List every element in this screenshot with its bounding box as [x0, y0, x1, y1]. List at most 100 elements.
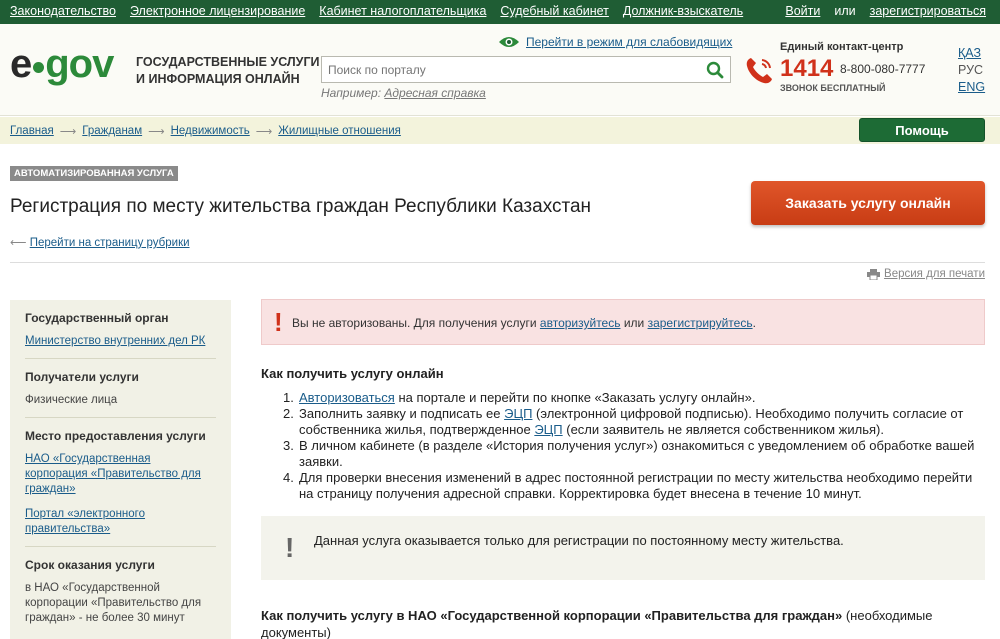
nao-heading: Как получить услугу в НАО «Государственн…	[261, 607, 985, 639]
contact-full-number: 8-800-080-7777	[840, 62, 926, 76]
example-label: Например:	[321, 86, 382, 100]
search-icon[interactable]	[706, 61, 724, 79]
example-link[interactable]: Адресная справка	[384, 86, 485, 100]
nao-heading-bold: Как получить услугу в НАО «Государственн…	[261, 608, 843, 623]
eye-icon	[499, 37, 519, 47]
site-header: e gov ГОСУДАРСТВЕННЫЕ УСЛУГИ И ИНФОРМАЦИЯ…	[0, 24, 1000, 116]
login-link[interactable]: Войти	[785, 4, 820, 18]
lang-eng[interactable]: ENG	[958, 80, 985, 94]
alert-login-link[interactable]: авторизуйтесь	[540, 316, 621, 330]
site-tagline: ГОСУДАРСТВЕННЫЕ УСЛУГИ И ИНФОРМАЦИЯ ОНЛА…	[136, 54, 321, 88]
place-link-egov-portal[interactable]: Портал «электронного правительства»	[25, 507, 216, 537]
step-number: 2.	[283, 406, 294, 421]
language-switcher: ҚАЗ РУС ENG	[958, 46, 985, 94]
search-input[interactable]	[322, 57, 702, 82]
lang-rus: РУС	[958, 63, 984, 77]
info-exclamation-icon: !	[285, 532, 295, 563]
title-divider	[10, 262, 985, 263]
term-text: в НАО «Государственной корпорации «Прави…	[25, 582, 202, 624]
print-version[interactable]: Версия для печати	[867, 268, 985, 280]
logo-gov: gov	[45, 42, 114, 86]
breadcrumb: Главная ⟶ Гражданам ⟶ Недвижимость ⟶ Жил…	[0, 117, 1000, 144]
help-button[interactable]: Помощь	[859, 118, 985, 142]
logo-e: e	[10, 42, 32, 86]
breadcrumb-arrow-icon: ⟶	[59, 126, 77, 138]
alert-message: Вы не авторизованы. Для получения услуги…	[292, 316, 756, 330]
permanent-residence-note: ! Данная услуга оказывается только для р…	[261, 516, 985, 580]
online-steps-list: 1. Авторизоваться на портале и перейти по…	[283, 390, 989, 502]
tagline-line-1: ГОСУДАРСТВЕННЫЕ УСЛУГИ	[136, 55, 320, 69]
register-link[interactable]: зарегистрироваться	[870, 4, 986, 18]
automated-service-badge: АВТОМАТИЗИРОВАННАЯ УСЛУГА	[10, 166, 178, 181]
top-link-legislation[interactable]: Законодательство	[10, 4, 116, 18]
printer-icon	[867, 268, 881, 280]
top-nav-links: Законодательство Электронное лицензирова…	[10, 4, 743, 18]
place-link-gov-corp[interactable]: НАО «Государственная корпорация «Правите…	[25, 452, 216, 497]
contact-center-title: Единый контакт-центр	[780, 41, 904, 53]
top-link-court-cabinet[interactable]: Судебный кабинет	[500, 4, 608, 18]
step2-eds-link-2[interactable]: ЭЦП	[534, 422, 562, 437]
gov-body-link[interactable]: Министерство внутренних дел РК	[25, 334, 216, 349]
online-step-2: 2. Заполнить заявку и подписать ее ЭЦП (э…	[283, 406, 989, 438]
online-step-1: 1. Авторизоваться на портале и перейти по…	[283, 390, 989, 406]
sidebar-place: Место предоставления услуги НАО «Государ…	[25, 418, 216, 547]
sidebar-gov-body: Государственный орган Министерство внутр…	[25, 300, 216, 359]
step-number: 1.	[283, 390, 294, 405]
step2-text-1: Заполнить заявку и подписать ее	[299, 406, 505, 421]
contact-short-number: 1414	[780, 55, 834, 82]
sidebar-recipients: Получатели услуги Физические лица	[25, 359, 216, 418]
breadcrumb-arrow-icon: ⟶	[255, 126, 273, 138]
auth-links: Войти или зарегистрироваться	[785, 4, 986, 18]
recipients-text: Физические лица	[25, 394, 118, 406]
online-step-4: 4. Для проверки внесения изменений в адре…	[283, 470, 989, 502]
breadcrumb-path: Главная ⟶ Гражданам ⟶ Недвижимость ⟶ Жил…	[10, 124, 401, 138]
breadcrumb-home[interactable]: Главная	[10, 125, 54, 137]
sidebar-term: Срок оказания услуги в НАО «Государствен…	[25, 547, 216, 635]
back-to-rubric[interactable]: ⟵ Перейти на страницу рубрики	[10, 235, 190, 249]
print-version-link[interactable]: Версия для печати	[884, 268, 985, 280]
tagline-line-2: И ИНФОРМАЦИЯ ОНЛАЙН	[136, 72, 300, 86]
logo-dot-icon	[33, 62, 45, 73]
breadcrumb-arrow-icon: ⟶	[148, 126, 165, 138]
top-link-debtor[interactable]: Должник-взыскатель	[623, 4, 743, 18]
alert-register-link[interactable]: зарегистрируйтесь	[648, 316, 753, 330]
back-arrow-icon: ⟵	[10, 237, 27, 249]
step-number: 3.	[283, 438, 294, 453]
search-box	[321, 56, 731, 83]
not-authorized-alert: ! Вы не авторизованы. Для получения услу…	[261, 299, 985, 345]
alert-text-2: или	[620, 316, 648, 330]
online-step-3: 3. В личном кабинете (в разделе «История …	[283, 438, 989, 470]
breadcrumb-housing[interactable]: Жилищные отношения	[278, 125, 401, 137]
alert-text-3: .	[752, 316, 756, 330]
service-info-sidebar: Государственный орган Министерство внутр…	[10, 300, 231, 639]
breadcrumb-citizens[interactable]: Гражданам	[82, 125, 142, 137]
breadcrumb-real-estate[interactable]: Недвижимость	[171, 125, 250, 137]
place-heading: Место предоставления услуги	[25, 429, 206, 443]
low-vision-link[interactable]: Перейти в режим для слабовидящих	[526, 35, 732, 49]
auth-separator: или	[834, 4, 856, 18]
page-title: Регистрация по месту жительства граждан …	[10, 196, 592, 217]
phone-icon	[746, 58, 772, 84]
step-number: 4.	[283, 470, 294, 485]
lang-kaz[interactable]: ҚАЗ	[958, 46, 985, 60]
step2-text-3: (если заявитель не является собственнико…	[562, 422, 884, 437]
low-vision-toggle[interactable]: Перейти в режим для слабовидящих	[498, 35, 732, 49]
recipients-heading: Получатели услуги	[25, 370, 139, 384]
online-heading: Как получить услугу онлайн	[261, 366, 444, 381]
step3-text: В личном кабинете (в разделе «История по…	[299, 438, 975, 469]
gov-body-heading: Государственный орган	[25, 311, 169, 325]
alert-text-1: Вы не авторизованы. Для получения услуги	[292, 316, 540, 330]
search-example: Например: Адресная справка	[321, 86, 486, 100]
step1-authorize-link[interactable]: Авторизоваться	[299, 390, 395, 405]
order-service-online-button[interactable]: Заказать услугу онлайн	[751, 181, 985, 225]
top-link-e-licensing[interactable]: Электронное лицензирование	[130, 4, 305, 18]
top-link-taxpayer-cabinet[interactable]: Кабинет налогоплательщика	[319, 4, 486, 18]
step2-eds-link-1[interactable]: ЭЦП	[504, 406, 532, 421]
contact-free-note: ЗВОНОК БЕСПЛАТНЫЙ	[780, 83, 886, 93]
step1-text: на портале и перейти по кнопке «Заказать…	[394, 390, 756, 405]
top-nav-bar: Законодательство Электронное лицензирова…	[0, 0, 1000, 24]
term-heading: Срок оказания услуги	[25, 558, 155, 572]
egov-logo[interactable]: e gov	[10, 42, 114, 86]
step4-text: Для проверки внесения изменений в адрес …	[299, 470, 973, 501]
back-to-rubric-link[interactable]: Перейти на страницу рубрики	[30, 237, 190, 249]
